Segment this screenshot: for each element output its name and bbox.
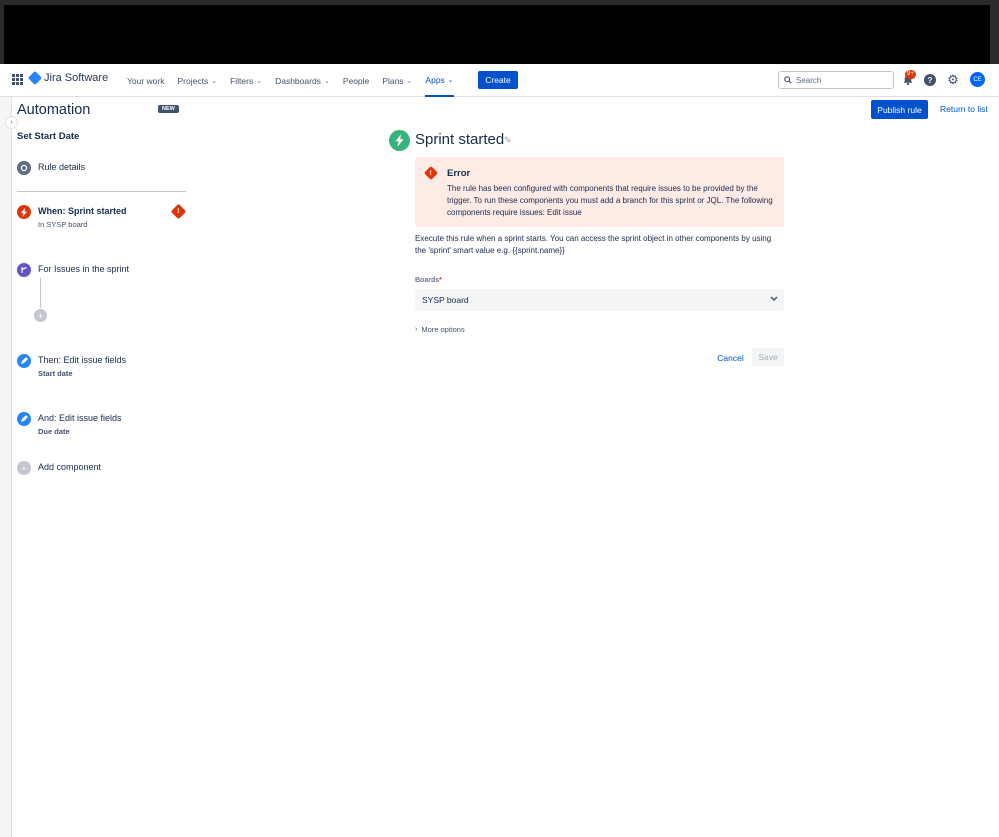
step-text: Then: Edit issue fields Start date <box>38 354 126 380</box>
search-box[interactable] <box>778 71 894 89</box>
help-button[interactable]: ? <box>923 73 937 87</box>
jira-logo-icon <box>27 70 43 86</box>
step-trigger[interactable]: When: Sprint started In SYSP board <box>17 205 127 231</box>
nav-label: Dashboards <box>275 75 321 86</box>
settings-button[interactable]: ⚙ <box>946 72 960 87</box>
error-title: Error <box>447 168 471 179</box>
step-action-due-date[interactable]: And: Edit issue fields Due date <box>17 412 122 438</box>
sidebar-divider <box>17 191 186 192</box>
chevron-down-icon: ⌄ <box>447 76 454 84</box>
product-name: Jira Software <box>44 72 109 84</box>
redacted-area <box>4 5 990 64</box>
nav-dashboards[interactable]: Dashboards ⌄ <box>275 64 330 97</box>
warning-icon: ! <box>170 203 187 220</box>
step-title: For Issues in the sprint <box>38 264 130 274</box>
more-options-label: More options <box>421 325 465 334</box>
more-options-toggle[interactable]: › More options <box>415 325 465 334</box>
nav-people[interactable]: People <box>343 64 369 97</box>
add-branch-component-button[interactable]: + <box>34 309 47 322</box>
gear-icon: ⚙ <box>947 72 959 87</box>
nav-plans[interactable]: Plans ⌄ <box>382 64 412 97</box>
chevron-down-icon: ⌄ <box>211 77 218 85</box>
step-subtitle: Start date <box>38 369 73 378</box>
nav-label: Filters <box>230 75 254 86</box>
chevron-down-icon: ⌄ <box>406 77 413 85</box>
chevron-right-icon: › <box>415 326 418 333</box>
new-badge: NEW <box>158 105 179 113</box>
step-text: When: Sprint started In SYSP board <box>38 205 127 231</box>
boards-select-value: SYSP board <box>422 295 469 305</box>
save-button[interactable]: Save <box>752 348 784 366</box>
step-subtitle: In SYSP board <box>38 220 88 229</box>
add-component-label: Add component <box>38 462 102 472</box>
required-marker: * <box>439 277 442 284</box>
sidebar-title: Automation <box>17 102 91 118</box>
expand-sidebar-button[interactable]: › <box>5 116 18 129</box>
notification-badge: 9+ <box>905 70 916 79</box>
boards-label: Boards* <box>415 277 442 284</box>
nav-projects[interactable]: Projects ⌄ <box>177 64 217 97</box>
rule-details-label: Rule details <box>38 162 86 172</box>
boards-label-text: Boards <box>415 277 440 284</box>
search-icon <box>784 76 792 84</box>
error-text: The rule has been configured with compon… <box>447 184 773 217</box>
lightning-icon <box>389 130 410 151</box>
nav-label: Your work <box>127 75 165 86</box>
nav-your-work[interactable]: Your work <box>127 64 164 97</box>
left-strip <box>0 64 12 837</box>
step-text: And: Edit issue fields Due date <box>38 412 122 438</box>
step-title: And: Edit issue fields <box>38 413 122 423</box>
jira-logo[interactable]: Jira Software <box>27 70 109 86</box>
nav-label: People <box>342 75 370 86</box>
nav-filters[interactable]: Filters ⌄ <box>230 64 262 97</box>
error-message: ! Error The rule has been configured wit… <box>415 157 784 227</box>
chevron-down-icon: ⌄ <box>323 77 330 85</box>
add-component-button[interactable]: + Add component <box>17 461 101 475</box>
plus-icon: + <box>37 310 44 321</box>
return-to-list-link[interactable]: Return to list <box>940 104 988 114</box>
trigger-description: Execute this rule when a sprint starts. … <box>415 234 772 255</box>
step-title: When: Sprint started <box>38 206 127 216</box>
info-icon <box>17 161 31 175</box>
avatar[interactable]: CE <box>970 72 985 87</box>
error-icon: ! <box>423 165 439 181</box>
step-title: Then: Edit issue fields <box>38 355 127 365</box>
pencil-icon <box>17 354 31 368</box>
lightning-icon <box>17 205 31 219</box>
branch-connector <box>40 278 41 308</box>
branch-icon <box>17 263 31 277</box>
pencil-icon <box>17 412 31 426</box>
chevron-right-icon: › <box>10 119 13 126</box>
help-icon: ? <box>924 74 936 86</box>
step-subtitle: Due date <box>38 427 70 436</box>
component-title: Sprint started <box>415 131 505 148</box>
nav-items: Your work Projects ⌄ Filters ⌄ Dashboards ⌄… <box>127 64 467 97</box>
step-branch[interactable]: For Issues in the sprint <box>17 263 129 277</box>
cancel-button[interactable]: Cancel <box>713 349 748 366</box>
boards-select[interactable]: SYSP board <box>415 289 784 311</box>
nav-label: Apps <box>425 74 445 85</box>
create-button[interactable]: Create <box>478 71 518 89</box>
app-switcher-icon[interactable] <box>12 74 23 85</box>
search-input[interactable] <box>796 75 886 85</box>
chevron-down-icon: ⌄ <box>256 77 263 85</box>
rule-name: Set Start Date <box>17 131 80 142</box>
edit-title-icon[interactable]: ✎ <box>504 135 512 146</box>
chevron-down-icon <box>770 295 778 304</box>
publish-rule-button[interactable]: Publish rule <box>871 100 928 119</box>
browser-chrome <box>0 0 999 64</box>
nav-label: Plans <box>382 75 404 86</box>
step-action-start-date[interactable]: Then: Edit issue fields Start date <box>17 354 126 380</box>
plus-icon: + <box>17 461 31 475</box>
rule-details-item[interactable]: Rule details <box>17 161 85 175</box>
nav-label: Projects <box>177 75 209 86</box>
nav-apps[interactable]: Apps ⌄ <box>425 64 454 97</box>
